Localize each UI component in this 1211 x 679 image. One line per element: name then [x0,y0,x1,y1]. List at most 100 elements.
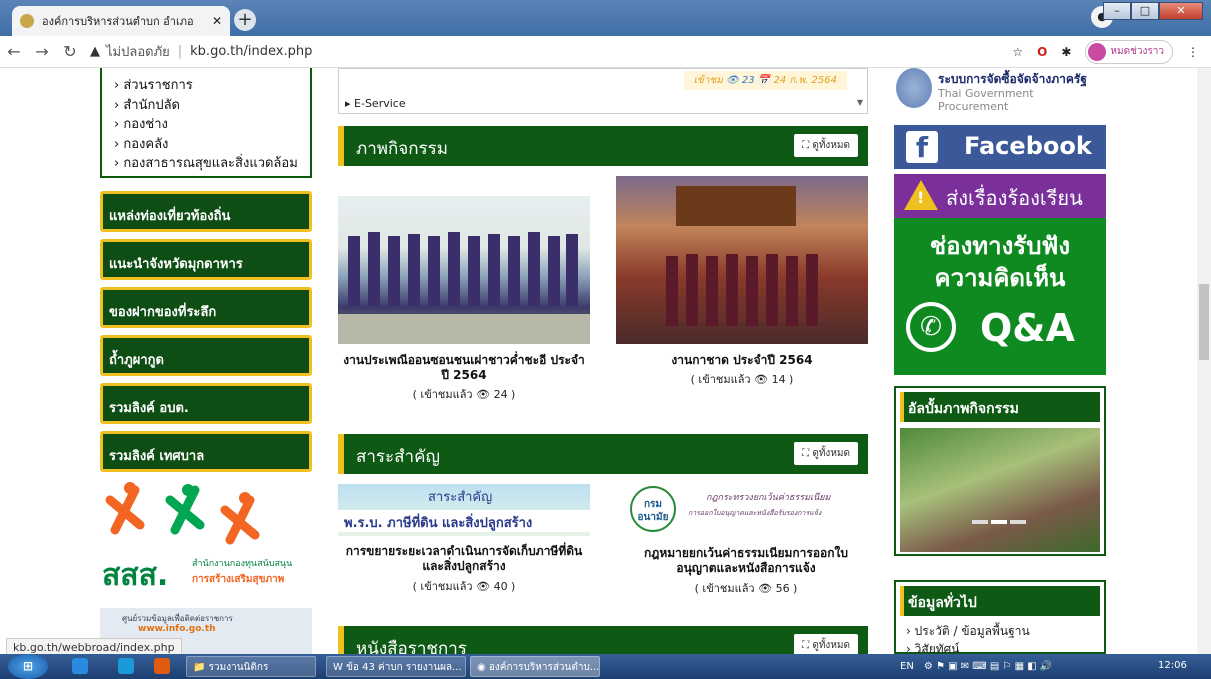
maximize-icon[interactable]: □ [1131,2,1159,20]
facebook-icon: f [906,131,938,164]
profile-button[interactable]: หมดช่วงราว [1085,39,1173,64]
documents-title: หนังสือราชการ [356,639,467,654]
activity-photo-1[interactable] [338,196,590,344]
media-icon[interactable] [118,658,134,674]
thaihealth-line2: การสร้างเสริมสุขภาพ [192,574,285,585]
procurement-banner[interactable]: ระบบการจัดซื้อจัดจ้างภาครัฐ Thai Governm… [894,68,1104,114]
general-info-link[interactable]: › วิสัยทัศน์ [906,640,959,654]
profile-label: หมดช่วงราว [1110,46,1164,57]
phone-icon: ✆ [906,302,956,352]
important-caption-1[interactable]: การขยายระยะเวลาดำเนินการจัดเก็บภาษีที่ดิ… [342,544,586,574]
department-link[interactable]: › สำนักปลัด [114,96,310,116]
language-indicator[interactable]: EN [900,661,914,672]
taskbar-item-word[interactable]: W ข้อ 43 ค่าบก รายงานผล... [326,656,466,677]
extensions-icon[interactable]: ✱ [1061,45,1071,59]
general-info-link[interactable]: › ประวัติ / ข้อมูลพื้นฐาน [906,622,1030,641]
qa-label: Q&A [980,306,1075,350]
close-tab-icon[interactable]: ✕ [212,14,222,28]
complaint-label: ส่งเรื่องร้องเรียน [946,186,1083,210]
activity-photo-2[interactable] [616,176,868,344]
ie-icon[interactable] [72,658,88,674]
browser-tab[interactable]: องค์การบริหารส่วนตำบก อำเภอ ✕ [12,6,230,36]
important-caption-2[interactable]: กฎหมายยกเว้นค่าธรรมเนียมการออกใบอนุญาตแล… [624,546,868,576]
opera-icon[interactable]: O [1037,45,1047,59]
album-slideshow[interactable] [900,428,1100,552]
address-bar[interactable]: ▲ ไม่ปลอดภัย | kb.go.th/index.php [90,41,312,62]
album-widget: อัลบั้มภาพกิจกรรม [894,386,1106,556]
new-tab-button[interactable]: + [234,9,256,31]
view-date-badge: เข้าชม 👁 23 📅 24 ก.พ. 2564 [683,71,847,90]
reload-icon[interactable]: ↻ [56,42,84,61]
album-title: อัลบั้มภาพกิจกรรม [900,392,1100,422]
documents-header: หนังสือราชการ ⛶ ดูทั้งหมด [338,626,868,654]
complaint-banner[interactable]: ! ส่งเรื่องร้องเรียน [894,174,1106,218]
browser-toolbar: ← → ↻ ▲ ไม่ปลอดภัย | kb.go.th/index.php … [0,36,1211,68]
important-title: สาระสำคัญ [356,447,440,467]
thaihealth-logo-icon [105,482,260,545]
banner-2-line-a: กฎกระทรวงยกเว้นค่าธรรมเนียม [706,493,831,503]
slideshow-indicator[interactable] [972,520,1026,524]
government-seal-icon [896,68,932,108]
activities-title: ภาพกิจกรรม [356,139,448,159]
menu-tourism-button[interactable]: แหล่งท่องเที่ยวท้องถิ่น [100,191,312,232]
activities-header: ภาพกิจกรรม ⛶ ดูทั้งหมด [338,126,868,166]
health-department-logo-icon: กรม อนามัย [630,486,676,532]
forward-icon[interactable]: → [28,42,56,61]
activity-photo-2-graphic [666,186,818,326]
menu-cave-button[interactable]: ถ้ำภูผากูด [100,335,312,376]
department-link[interactable]: › ส่วนราชการ [114,76,310,96]
facebook-banner[interactable]: f Facebook [894,125,1106,169]
page-scrollbar[interactable] [1197,68,1211,654]
activity-views-1: ( เข้าชมแล้ว 👁 24 ) [412,388,516,401]
tab-title: องค์การบริหารส่วนตำบก อำเภอ [42,15,194,28]
tray-icons[interactable]: ⚙ ⚑ ▣ ✉ ⌨ ▤ ⚐ ▦ ◧ 🔊 [924,661,1053,672]
window-controls: – □ ✕ [1103,2,1203,20]
menu-province-button[interactable]: แนะนำจังหวัดมุกดาหาร [100,239,312,280]
eservice-link[interactable]: ▸ E-Service [345,97,406,110]
thaihealth-banner[interactable]: สสส. สำนักงานกองทุนสนับสนุน การสร้างเสริ… [100,480,312,593]
close-window-icon[interactable]: ✕ [1159,2,1203,20]
start-button[interactable]: ⊞ [8,654,48,679]
avatar [1088,42,1107,61]
app-icon[interactable] [154,658,170,674]
see-all-documents-button[interactable]: ⛶ ดูทั้งหมด [794,634,858,654]
important-banner-2[interactable]: กรม อนามัย กฎกระทรวงยกเว้นค่าธรรมเนียม ก… [624,482,868,538]
back-icon[interactable]: ← [0,42,28,61]
scrollbar-thumb[interactable] [1199,284,1209,360]
banner-1-line-a: สาระสำคัญ [428,490,493,505]
minimize-icon[interactable]: – [1103,2,1131,20]
bookmark-star-icon[interactable]: ☆ [1012,45,1023,59]
facebook-label: Facebook [964,132,1092,160]
thaihealth-title: สสส. [102,558,169,593]
scroll-down-icon[interactable]: ▼ [857,98,863,107]
activity-photo-1-graphic [338,232,590,344]
activity-caption-2[interactable]: งานกาชาด ประจำปี 2564 [616,353,868,368]
important-views-2: ( เข้าชมแล้ว 👁 56 ) [694,582,798,595]
taskbar-item-folder[interactable]: 📁 รวมงานนิติกร [186,656,316,677]
info-line2: www.info.go.th [138,624,216,634]
see-all-important-button[interactable]: ⛶ ดูทั้งหมด [794,442,858,465]
toolbar-actions: ☆ O ✱ หมดช่วงราว ⋮ [1012,39,1211,64]
important-views-1: ( เข้าชมแล้ว 👁 40 ) [412,580,516,593]
general-info-title: ข้อมูลทั่วไป [900,586,1100,616]
site-favicon-icon [20,14,34,28]
menu-icon[interactable]: ⋮ [1187,45,1199,59]
department-link[interactable]: › กองคลัง [114,135,310,155]
department-link[interactable]: › กองช่าง [114,115,310,135]
clock[interactable]: 12:06 [1158,660,1187,671]
important-banner-1[interactable]: สาระสำคัญ พ.ร.บ. ภาษีที่ดิน และสิ่งปลูกส… [338,484,590,536]
menu-souvenir-button[interactable]: ของฝากของที่ระลึก [100,287,312,328]
banner-1-line-b: พ.ร.บ. ภาษีที่ดิน และสิ่งปลูกสร้าง [344,516,533,531]
warning-icon: ▲ [90,44,100,59]
taskbar-item-chrome[interactable]: ◉ องค์การบริหารส่วนตำบ... [470,656,600,677]
menu-sao-links-button[interactable]: รวมลิงค์ อบต. [100,383,312,424]
activity-caption-1[interactable]: งานประเพณีออนซอนชนเผ่าชาวค่ำชะอี ประจำปี… [342,353,586,383]
see-all-activities-button[interactable]: ⛶ ดูทั้งหมด [794,134,858,157]
qa-banner[interactable]: ช่องทางรับฟัง ความคิดเห็น ✆ Q&A [894,218,1106,375]
address-url: kb.go.th/index.php [190,44,313,59]
important-header: สาระสำคัญ ⛶ ดูทั้งหมด [338,434,868,474]
department-menu: › ส่วนราชการ › สำนักปลัด › กองช่าง › กอง… [100,68,312,178]
department-link[interactable]: › กองสาธารณสุขและสิ่งแวดล้อม [114,154,310,174]
qa-line2: ความคิดเห็น [934,264,1066,292]
menu-municipal-links-button[interactable]: รวมลิงค์ เทศบาล [100,431,312,472]
